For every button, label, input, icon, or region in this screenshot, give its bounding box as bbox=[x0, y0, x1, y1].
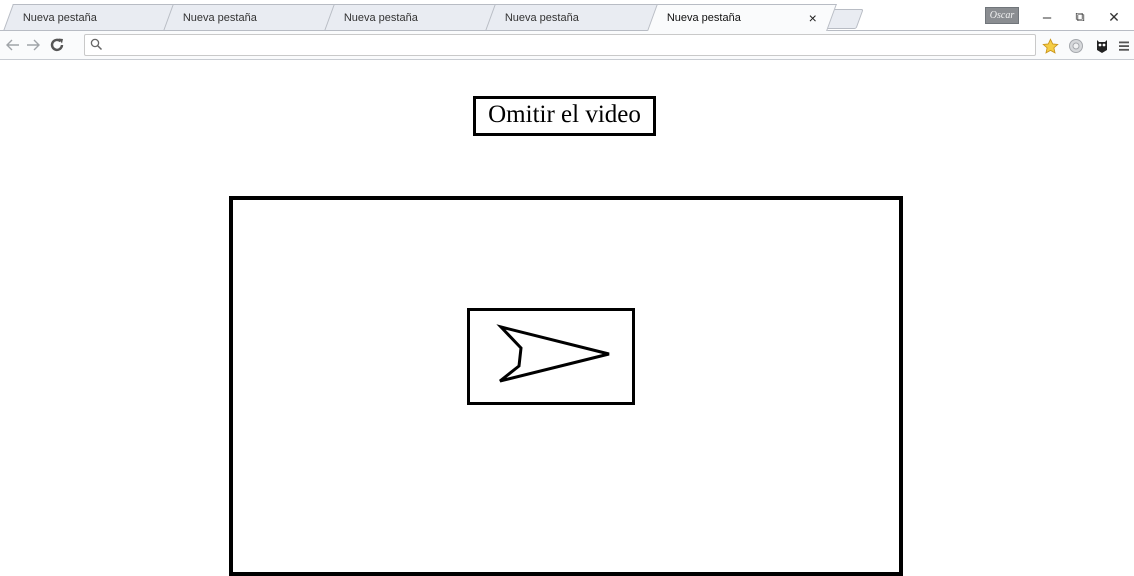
extension-circle-icon[interactable] bbox=[1066, 36, 1086, 56]
tab-close-icon[interactable]: × bbox=[809, 9, 817, 27]
close-window-icon[interactable]: ✕ bbox=[1100, 6, 1128, 28]
extension-owl-icon[interactable] bbox=[1092, 36, 1112, 56]
search-icon bbox=[90, 38, 103, 56]
tab-strip: Nueva pestaña × Nueva pestaña × Nueva pe… bbox=[0, 0, 1134, 31]
omnibox[interactable] bbox=[84, 34, 1036, 56]
forward-arrow-icon[interactable] bbox=[24, 36, 42, 54]
address-input[interactable] bbox=[109, 35, 1009, 55]
skip-video-button[interactable]: Omitir el video bbox=[473, 96, 656, 136]
star-icon[interactable] bbox=[1040, 36, 1060, 56]
tab-title: Nueva pestaña bbox=[343, 12, 418, 24]
reload-icon[interactable] bbox=[46, 36, 68, 54]
hamburger-menu-icon[interactable] bbox=[1114, 36, 1134, 56]
restore-icon[interactable]: ⧉ bbox=[1066, 6, 1094, 28]
back-arrow-icon[interactable] bbox=[4, 36, 22, 54]
tab-title: Nueva pestaña bbox=[22, 12, 97, 24]
minimize-icon[interactable]: – bbox=[1033, 6, 1061, 28]
tab-title: Nueva pestaña bbox=[182, 12, 257, 24]
profile-button[interactable]: Oscar bbox=[985, 7, 1019, 24]
tab-title: Nueva pestaña bbox=[504, 12, 579, 24]
play-arrow-icon bbox=[496, 324, 610, 383]
browser-toolbar bbox=[0, 30, 1134, 60]
play-button[interactable] bbox=[467, 308, 635, 405]
tab-title: Nueva pestaña bbox=[666, 12, 741, 24]
tab-5-active[interactable]: Nueva pestaña × bbox=[647, 4, 837, 31]
